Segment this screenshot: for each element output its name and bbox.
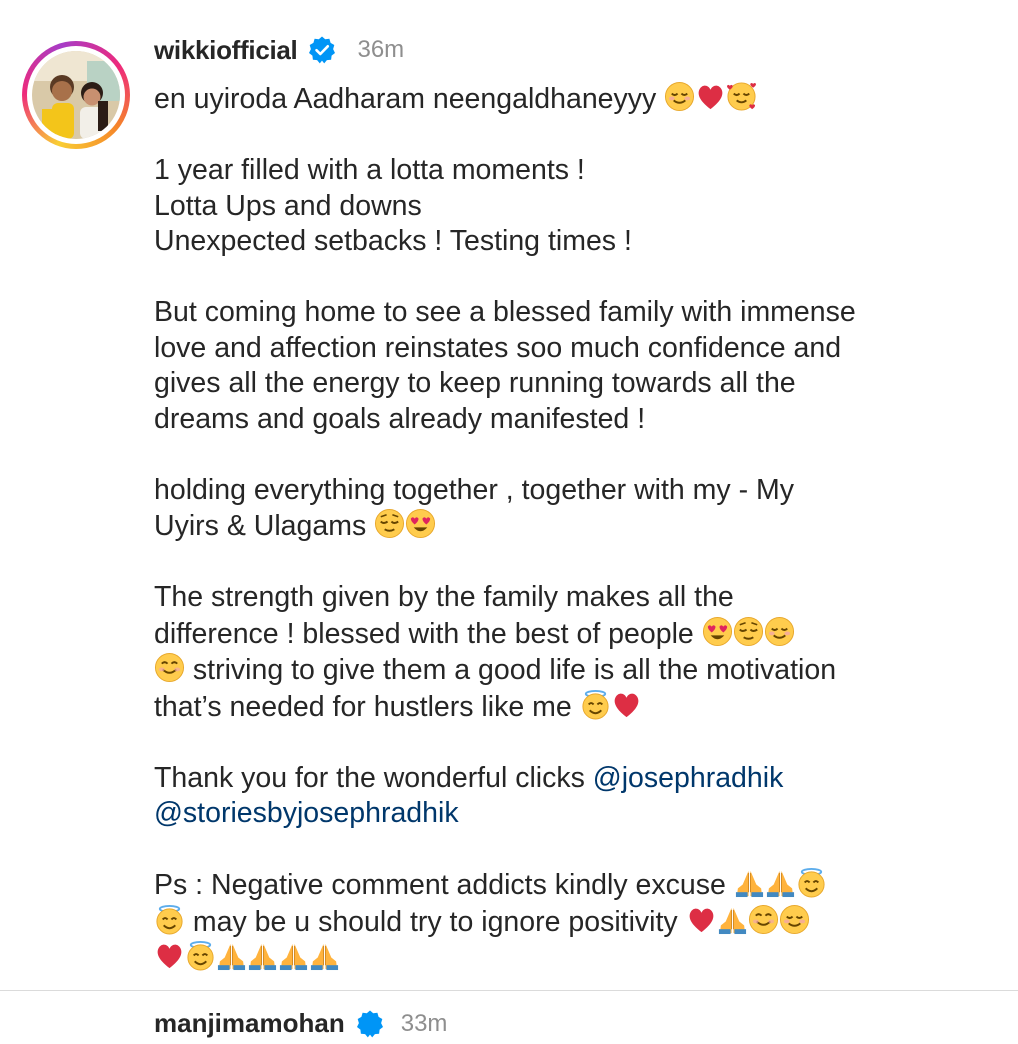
caption-line: gives all the energy to keep running tow… [154, 367, 796, 399]
post-timestamp: 36m [357, 36, 405, 63]
caption-line: Uyirs & Ulagams [154, 508, 994, 545]
caption-text-segment: striving to give them a good life is all… [192, 654, 837, 686]
caption-line: The strength given by the family makes a… [154, 581, 734, 613]
smiling-face-icon [664, 81, 695, 112]
relieved-face-icon [374, 508, 405, 539]
caption-line: Lotta Ups and downs [154, 189, 422, 222]
halo-face-icon [155, 904, 184, 935]
heart-eyes-face-icon [406, 508, 436, 539]
caption-text: en uyiroda Aadharam neengaldhaneyyy 1 ye… [154, 81, 994, 977]
caption-line: that’s needed for hustlers like me [154, 689, 994, 726]
smiling-face-icon [779, 903, 810, 935]
caption-line: dreams and goals already manifested ! [154, 402, 646, 435]
halo-face-icon [581, 689, 609, 720]
caption-line: 1 year filled with a lotta moments ! [154, 154, 585, 186]
caption-line: Thank you for the wonderful clicks @jose… [154, 761, 994, 797]
caption-line: @storiesbyjosephradhik [154, 796, 994, 832]
verified-badge-icon [307, 35, 337, 65]
caption-text-segment: Thank you for the wonderful clicks [154, 761, 585, 794]
caption-text-segment: that’s needed for hustlers like me [154, 690, 572, 723]
folded-hands-icon [279, 943, 308, 971]
mention-link[interactable]: @storiesbyjosephradhik [154, 797, 459, 829]
caption-line: may be u should try to ignore positivity [154, 903, 994, 941]
caption-line: Unexpected setbacks ! Testing times ! [154, 225, 632, 257]
post-header: wikkiofficial 36m [154, 32, 404, 68]
folded-hands-icon [735, 870, 764, 898]
folded-hands-icon [766, 870, 795, 898]
caption-line: But coming home to see a blessed family … [154, 296, 856, 328]
folded-hands-icon [718, 906, 747, 935]
caption-line: holding everything together , together w… [154, 473, 794, 506]
folded-hands-icon [248, 943, 277, 971]
post-caption-block: wikkiofficial 36m en uyiroda Aadharam ne… [0, 0, 1018, 990]
red-heart-icon [614, 693, 638, 717]
red-heart-icon [689, 908, 713, 932]
halo-face-icon [186, 940, 215, 971]
caption-line: Ps : Negative comment addicts kindly exc… [154, 867, 994, 904]
caption-line: difference ! blessed with the best of pe… [154, 615, 994, 653]
red-heart-icon [698, 85, 723, 110]
heart-eyes-face-icon [702, 616, 732, 646]
divider [0, 990, 1018, 991]
story-ring[interactable] [22, 41, 130, 149]
caption-text-segment: Uyirs & Ulagams [154, 510, 367, 542]
caption-text-segment: may be u should try to ignore positivity [192, 905, 678, 938]
caption-line: love and affection reinstates soo much c… [154, 331, 842, 364]
avatar[interactable] [32, 51, 120, 139]
username[interactable]: wikkiofficial [154, 35, 298, 66]
red-heart-icon [157, 944, 182, 969]
relieved-face-icon [733, 615, 764, 647]
smiling-face-icon [764, 615, 795, 647]
caption-line: striving to give them a good life is all… [154, 652, 994, 689]
smiling-face-with-hearts-icon [726, 81, 758, 112]
caption-line: en uyiroda Aadharam neengaldhaneyyy [154, 81, 994, 118]
smiling-face-icon [154, 652, 185, 683]
caption-text-segment: Ps : Negative comment addicts kindly exc… [154, 869, 726, 901]
smiling-face-icon [748, 903, 779, 935]
folded-hands-icon [217, 943, 246, 971]
halo-face-icon [797, 867, 825, 898]
folded-hands-icon [310, 943, 339, 971]
caption-line [154, 940, 994, 977]
caption-text-segment: difference ! blessed with the best of pe… [154, 617, 694, 650]
mention-link[interactable]: @josephradhik [593, 762, 784, 794]
caption-text-segment: en uyiroda Aadharam neengaldhaneyyy [154, 83, 657, 115]
